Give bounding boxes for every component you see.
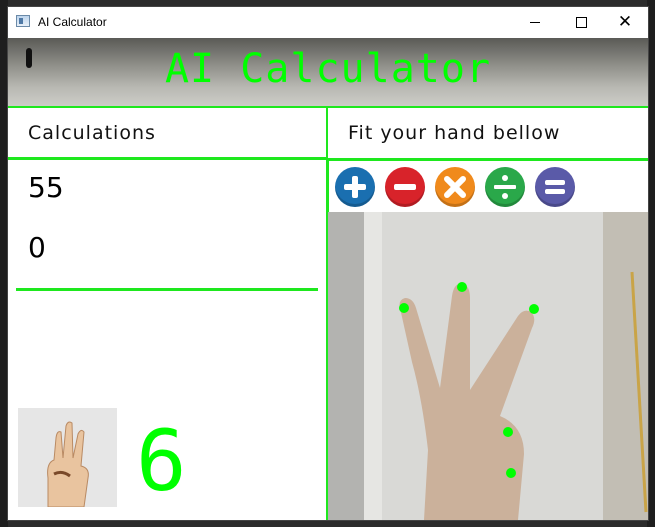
hint-label: Fit your hand bellow [348, 122, 561, 144]
app-canvas: AI Calculator Calculations 55 0 6 Fit yo… [8, 38, 648, 520]
camera-feed [328, 212, 648, 520]
header-band: AI Calculator [8, 38, 648, 108]
finger-count: 6 [136, 412, 187, 510]
calculations-label: Calculations [28, 122, 156, 144]
background-terminal-right [647, 0, 655, 527]
subtract-button[interactable] [382, 162, 428, 212]
calc-value-second: 0 [28, 231, 46, 264]
divide-icon [485, 167, 525, 207]
multiply-icon [435, 167, 475, 207]
hand-gesture-image [18, 408, 117, 507]
divide-button[interactable] [482, 162, 528, 212]
add-button[interactable] [332, 162, 378, 212]
close-button[interactable]: ✕ [602, 7, 648, 38]
operations-bar [332, 162, 578, 212]
app-title: AI Calculator [164, 46, 492, 92]
maximize-button[interactable] [558, 7, 604, 38]
equals-button[interactable] [532, 162, 578, 212]
multiply-button[interactable] [432, 162, 478, 212]
window-app-icon [16, 15, 30, 27]
title-bar[interactable]: AI Calculator ✕ [8, 7, 648, 38]
close-icon: ✕ [617, 12, 633, 32]
minimize-icon [530, 22, 540, 23]
calculations-result-divider [16, 288, 318, 291]
window-title: AI Calculator [38, 15, 107, 29]
background-terminal-left [0, 0, 8, 527]
hand-gesture-illustration [18, 408, 117, 507]
equals-icon [535, 167, 575, 207]
app-window: AI Calculator ✕ AI Calculator Calculatio… [8, 7, 648, 520]
camera-panel: Fit your hand bellow [328, 108, 648, 520]
camera-hand-view [328, 212, 648, 520]
hint-box: Fit your hand bellow [328, 108, 648, 160]
calculations-panel: Calculations 55 0 6 [8, 108, 328, 520]
calc-value-first: 55 [28, 171, 64, 204]
calculations-header-divider [8, 157, 328, 160]
minimize-button[interactable] [512, 7, 558, 38]
maximize-icon [575, 17, 587, 28]
plus-icon [335, 167, 375, 207]
minus-icon [385, 167, 425, 207]
hint-divider [328, 158, 648, 161]
